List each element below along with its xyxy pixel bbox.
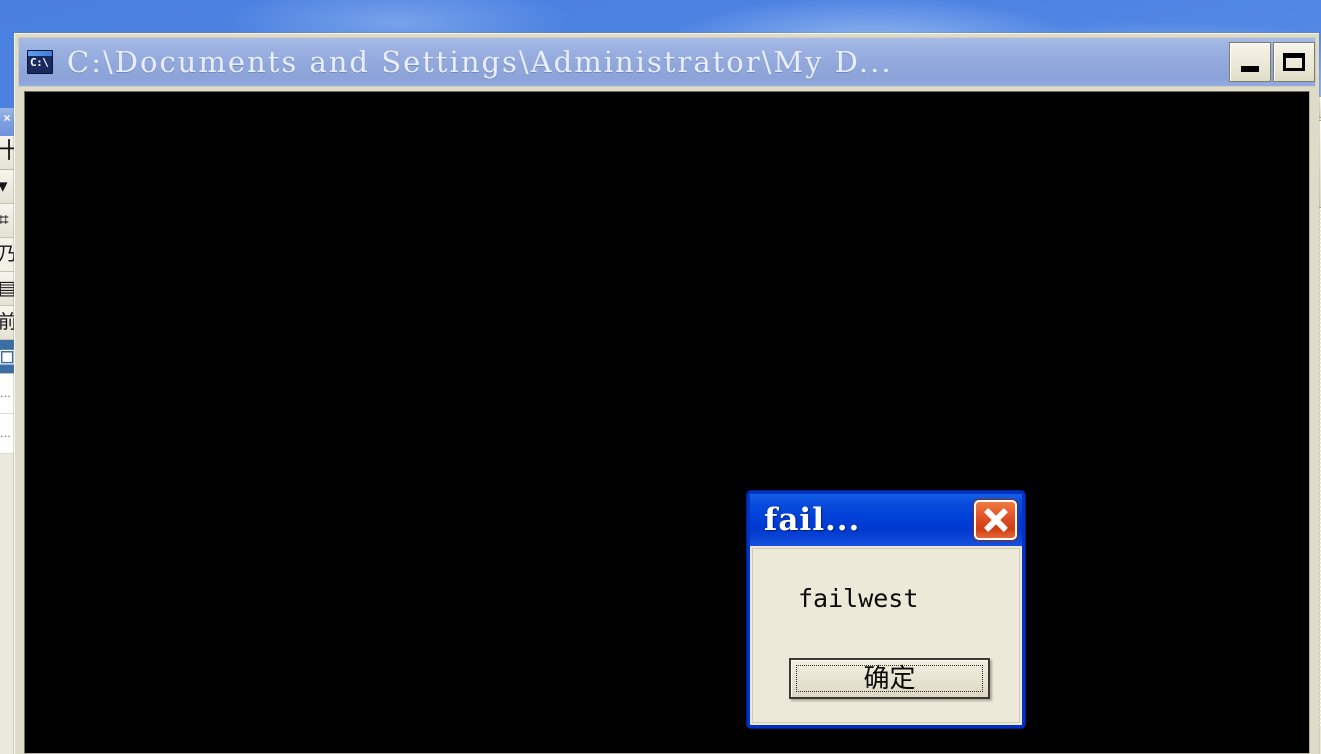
command-prompt-icon: C:\ <box>27 50 53 74</box>
list-item[interactable]: 前 <box>0 306 15 340</box>
window-controls <box>1227 38 1315 86</box>
dialog-titlebar[interactable]: fail... <box>750 494 1022 546</box>
background-window-toolbar[interactable]: 十 <box>0 136 15 170</box>
icon-label: C:\ <box>30 56 49 69</box>
maximize-button[interactable] <box>1273 42 1315 82</box>
list-empty-row[interactable]: ... <box>0 414 15 454</box>
screen-root: × 十 ▾ ⌗ 乃 ▤ 前 ▣ ... ... <box>0 0 1321 754</box>
close-icon[interactable] <box>974 500 1017 540</box>
row-glyph: ▣ <box>0 340 15 372</box>
toolbar-glyph: 十 <box>0 136 15 168</box>
window-title: C:\Documents and Settings\Administrator\… <box>67 45 893 79</box>
dialog-title: fail... <box>764 502 861 538</box>
list-item[interactable]: ⌗ <box>0 204 15 238</box>
list-empty-row[interactable]: ... <box>0 374 15 414</box>
dialog-body: failwest 确定 <box>752 548 1020 723</box>
ok-button-label: 确定 <box>863 663 916 694</box>
list-item-selected[interactable]: ▣ <box>0 340 15 374</box>
dialog-message-text: failwest <box>798 584 919 613</box>
list-item[interactable]: ▤ <box>0 272 15 306</box>
console-client-area[interactable] <box>24 91 1310 754</box>
row-glyph: ▤ <box>0 272 15 304</box>
console-window[interactable]: C:\ C:\Documents and Settings\Administra… <box>14 33 1319 754</box>
console-titlebar[interactable]: C:\ C:\Documents and Settings\Administra… <box>18 37 1316 87</box>
minimize-icon <box>1241 66 1259 72</box>
ok-button-focus-ring: 确定 <box>796 665 983 692</box>
close-icon[interactable]: × <box>0 112 14 125</box>
row-glyph: ⌗ <box>0 204 15 236</box>
minimize-button[interactable] <box>1229 42 1271 82</box>
background-window-titlebar[interactable]: × <box>0 108 15 136</box>
row-glyph: 乃 <box>0 238 15 270</box>
ok-button[interactable]: 确定 <box>789 658 990 699</box>
row-glyph: ▾ <box>0 170 15 202</box>
list-item[interactable]: ▾ <box>0 170 15 204</box>
message-dialog[interactable]: fail... failwest 确定 <box>747 491 1025 728</box>
row-glyph: 前 <box>0 306 15 338</box>
maximize-icon <box>1283 53 1305 71</box>
list-item[interactable]: 乃 <box>0 238 15 272</box>
